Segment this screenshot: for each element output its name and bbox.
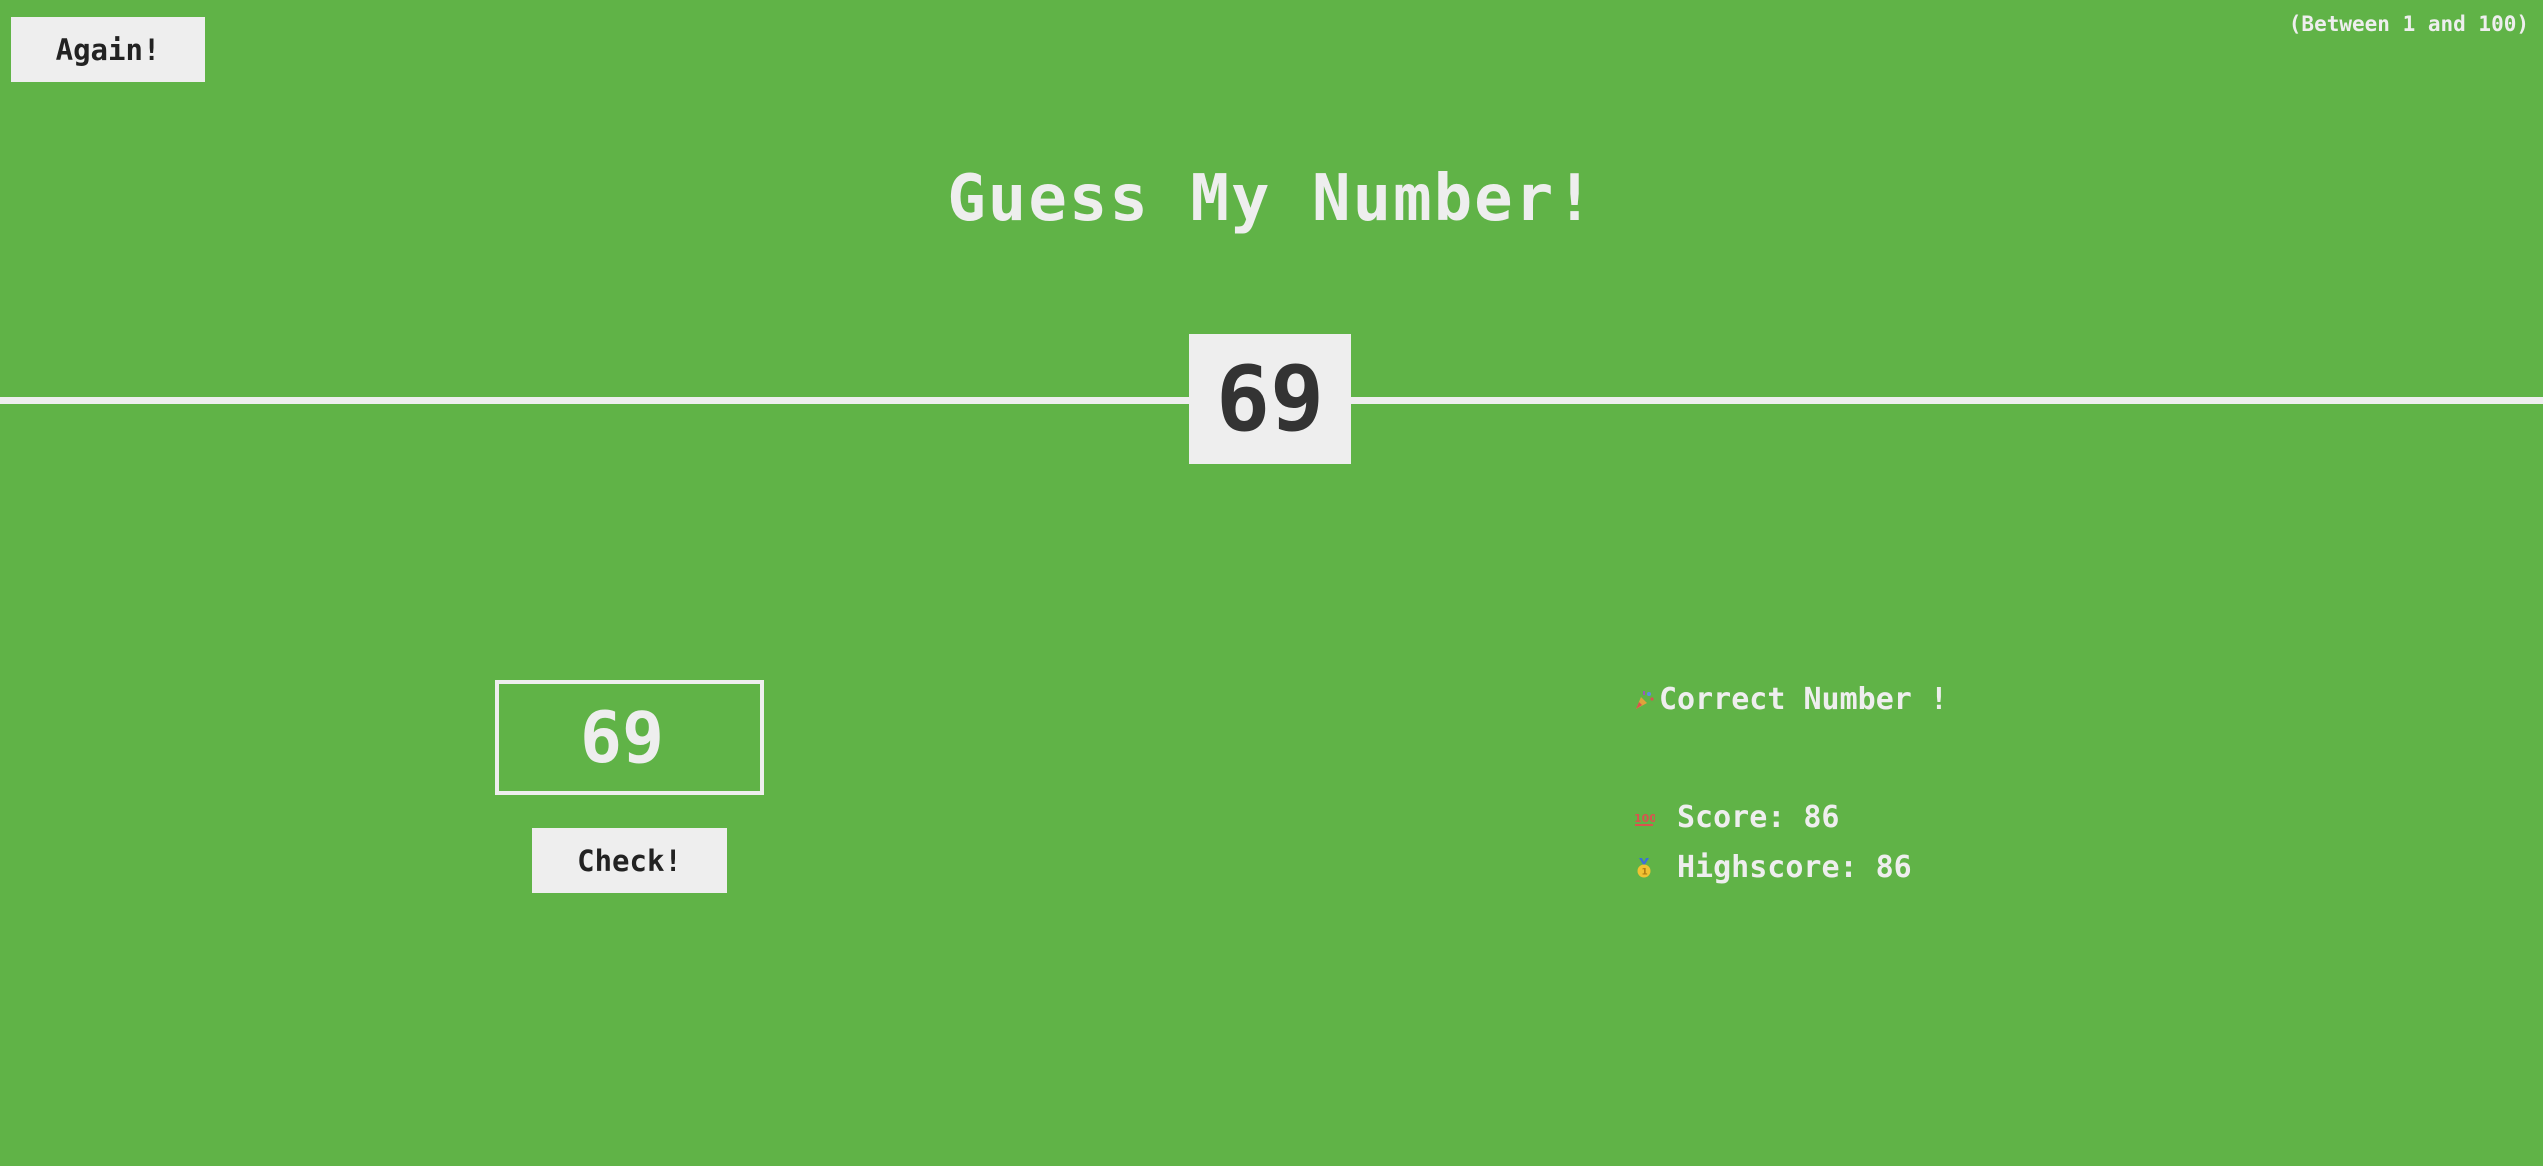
svg-text:100: 100: [1634, 812, 1655, 825]
medal-icon: 1: [1637, 857, 1651, 877]
message-text: Correct Number !: [1659, 682, 1948, 717]
page-title: Guess My Number!: [947, 162, 1596, 236]
svg-text:1: 1: [1642, 867, 1648, 877]
score-row: 100 Score: 86: [1633, 800, 1840, 835]
score-value: 86: [1803, 800, 1840, 835]
highscore-label: Highscore:: [1677, 850, 1858, 885]
check-button[interactable]: Check!: [532, 828, 727, 893]
party-popper-icon: [1636, 690, 1654, 709]
highscore-value: 86: [1875, 850, 1912, 885]
secret-number-box: 69: [1189, 334, 1351, 464]
highscore-row: 1 Highscore: 86: [1633, 850, 1912, 885]
secret-number: 69: [1215, 346, 1325, 452]
again-button[interactable]: Again!: [11, 17, 205, 82]
score-label: Score:: [1677, 800, 1786, 835]
range-hint: (Between 1 and 100): [2288, 12, 2529, 36]
guess-input[interactable]: [495, 680, 764, 795]
message-row: Correct Number !: [1633, 682, 1948, 717]
hundred-points-icon: 100: [1634, 812, 1655, 826]
